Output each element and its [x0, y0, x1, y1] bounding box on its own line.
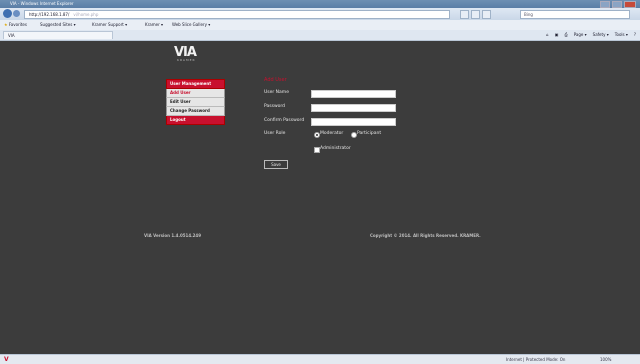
url-text: http://192.168.1.87/ [29, 12, 70, 17]
search-placeholder: Bing [524, 12, 533, 17]
compat-view-icon[interactable] [460, 10, 469, 19]
tab-label: VIA [8, 33, 15, 38]
command-bar: ⌂ ▣ ⎙ Page ▾ Safety ▾ Tools ▾ ? [546, 30, 636, 40]
window-title: VIA - Windows Internet Explorer [10, 1, 74, 6]
save-button[interactable]: Save [264, 160, 288, 169]
favorites-button[interactable]: ★ Favorites [4, 20, 27, 30]
page-content [0, 41, 640, 354]
moderator-label: Moderator [320, 131, 344, 136]
help-icon[interactable]: ? [634, 30, 636, 40]
menu-item-change-password[interactable]: Change Password [166, 107, 225, 116]
safety-menu[interactable]: Safety ▾ [593, 30, 609, 40]
favorites-item-kramer-support[interactable]: Kramer Support ▾ [92, 20, 127, 30]
tab-bar: VIA ⌂ ▣ ⎙ Page ▾ Safety ▾ Tools ▾ ? [0, 30, 640, 41]
menu-header: User Management [166, 79, 225, 89]
administrator-label: Administrator [320, 146, 351, 151]
form-title: Add User [264, 77, 287, 83]
password-label: Password [264, 104, 286, 109]
favorites-label: Favorites [8, 22, 27, 27]
username-field[interactable] [311, 90, 396, 98]
forward-button[interactable] [13, 10, 20, 17]
back-button[interactable] [3, 9, 12, 18]
window-controls [600, 1, 636, 8]
menu-item-edit-user[interactable]: Edit User [166, 98, 225, 107]
menu-item-add-user[interactable]: Add User [166, 89, 225, 98]
username-label: User Name [264, 90, 289, 95]
address-bar: http://192.168.1.87/vi/home.php Bing [0, 8, 640, 20]
tab-via[interactable]: VIA [3, 31, 113, 39]
confirm-password-field[interactable] [311, 118, 396, 126]
stop-icon[interactable] [482, 10, 491, 19]
url-input[interactable]: http://192.168.1.87/vi/home.php [24, 10, 450, 19]
password-field[interactable] [311, 104, 396, 112]
copyright-text: Copyright © 2014. All Rights Reserved. K… [370, 233, 481, 238]
close-icon[interactable] [624, 1, 636, 8]
star-icon: ★ [4, 22, 8, 27]
kramer-logo-text: KRAMER [177, 58, 196, 62]
search-input[interactable]: Bing [520, 10, 630, 19]
participant-label: Participant [357, 131, 382, 136]
page-menu[interactable]: Page ▾ [574, 30, 587, 40]
window-title-bar: VIA - Windows Internet Explorer [0, 0, 640, 8]
favorites-item-web-slice[interactable]: Web Slice Gallery ▾ [172, 20, 210, 30]
refresh-icon[interactable] [471, 10, 480, 19]
confirm-password-label: Confirm Password [264, 118, 305, 123]
url-hint: vi/home.php [73, 12, 99, 17]
print-icon[interactable]: ⎙ [564, 30, 567, 40]
menu-item-logout[interactable]: Logout [166, 116, 225, 125]
maximize-icon[interactable] [612, 1, 622, 8]
user-role-label: User Role [264, 131, 286, 136]
tools-menu[interactable]: Tools ▾ [615, 30, 628, 40]
favorites-item-kramer[interactable]: Kramer ▾ [145, 20, 163, 30]
version-text: VIA Version 1.4.0514.249 [144, 233, 201, 238]
user-management-menu: User Management Add User Edit User Chang… [166, 79, 225, 125]
feeds-icon[interactable]: ▣ [555, 30, 559, 40]
favorites-item-suggested[interactable]: Suggested Sites ▾ [40, 20, 76, 30]
home-icon[interactable]: ⌂ [546, 30, 549, 40]
minimize-icon[interactable] [600, 1, 610, 8]
address-controls [460, 10, 491, 19]
